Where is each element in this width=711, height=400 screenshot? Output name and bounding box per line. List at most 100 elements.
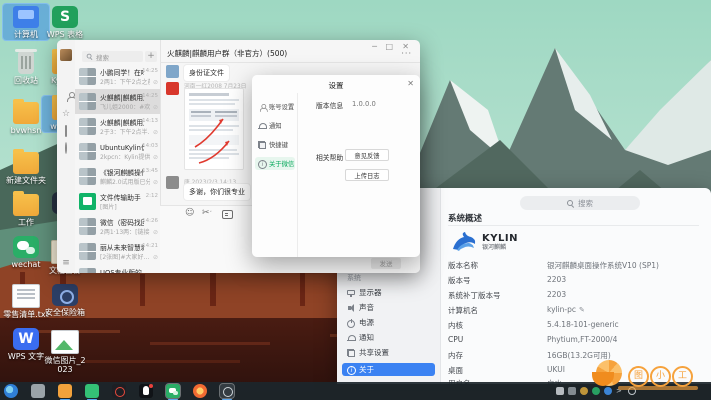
info-icon — [347, 365, 356, 375]
chat-avatar — [79, 143, 96, 160]
hostname-value: kylin-pc — [547, 305, 577, 314]
emoji-icon[interactable]: ☺ — [185, 208, 194, 218]
chat-title: 微信（密码找回身份… — [100, 219, 144, 227]
icon-label: 微信图片_2023 — [44, 356, 86, 374]
chat-list-panel: 搜索 + 小鹏同学！在吗！ 14:25 2两1：下午2点之前… ⊘ 火麒麟|麒麟… — [75, 40, 161, 273]
nav-more-menu-icon[interactable]: ≡ — [61, 258, 71, 268]
sidebar-item-notification[interactable]: 通知 — [342, 331, 435, 344]
dialog-item-shortcuts[interactable]: 快捷键 — [255, 138, 295, 151]
nav-chats-icon[interactable] — [61, 74, 71, 84]
wps-writer-icon: W — [13, 328, 39, 350]
taskbar-app-control-center[interactable] — [219, 383, 235, 400]
tray-search-icon[interactable] — [628, 387, 636, 395]
chat-avatar — [79, 118, 96, 135]
dialog-item-notification[interactable]: 通知 — [255, 119, 295, 132]
chat-list-item[interactable]: UbuntuKylin优麒… 14:03 2kpcn：Kylin提供… ⊘ — [75, 139, 160, 164]
taskbar-app-kylin-video[interactable] — [112, 384, 126, 398]
tray-expand-icon[interactable]: > — [616, 387, 624, 395]
nav-files-icon[interactable] — [61, 125, 71, 137]
row-label: 版本号 — [448, 276, 471, 285]
chat-list-item-file-transfer[interactable]: 文件传输助手 2:12 [图片] — [75, 189, 160, 214]
desktop-icon-safe[interactable]: 安全保险箱 — [42, 282, 88, 318]
tray-qq-icon[interactable] — [604, 387, 612, 395]
dialog-item-label: 快捷键 — [269, 142, 288, 149]
tray-printer-icon[interactable] — [568, 387, 576, 395]
chat-title: 火麒麟|麒麟用户群… — [100, 94, 144, 102]
computer-icon — [13, 6, 39, 28]
document-screenshot — [185, 89, 243, 169]
trash-icon — [15, 49, 37, 74]
sidebar-item-display[interactable]: 显示器 — [342, 286, 435, 299]
nav-favorites-icon[interactable]: ☆ — [61, 109, 71, 119]
desktop-icon-image[interactable]: 微信图片_2023 — [42, 328, 88, 375]
taskbar-app-notes[interactable] — [85, 384, 99, 400]
tray-wechat-icon[interactable] — [592, 387, 600, 395]
taskbar-app-firefox[interactable] — [193, 384, 207, 398]
chat-list-item[interactable]: 火麒麟|麒麟用户群… 14:13 2于3：下午2点半… ⊘ — [75, 114, 160, 139]
chat-list-item[interactable]: UOS专业版的… — [75, 264, 160, 273]
dialog-item-about-wechat[interactable]: 关于微信 — [255, 157, 295, 170]
message-avatar[interactable] — [166, 82, 179, 95]
row-label: 计算机名 — [448, 306, 478, 315]
bell-icon — [347, 334, 356, 342]
chat-list-item[interactable]: 《银河麒麟操作系统… 13:45 麒麟2.0试用版已分享… ⊘ — [75, 164, 160, 189]
send-button[interactable]: 发送 — [371, 258, 401, 269]
caret-down-icon: ˅ — [209, 211, 213, 217]
screenshot-icon[interactable]: ✂˅ — [202, 208, 212, 219]
edit-hostname-icon[interactable]: ✎ — [579, 306, 585, 314]
chat-search-box[interactable]: 搜索 — [82, 51, 143, 62]
chat-list-item-selected[interactable]: 火麒麟|麒麟用户群… 14:25 飞儿姐2000：#欢迎新成员… ⊘ — [75, 89, 160, 114]
mute-icon: ⊘ — [152, 229, 158, 236]
desktop-icon-wps-sheet[interactable]: S WPS 表格 — [42, 4, 88, 40]
user-avatar[interactable] — [60, 49, 72, 61]
sidebar-item-power[interactable]: 电源 — [342, 316, 435, 329]
sidebar-section-label: 系统 — [347, 274, 361, 282]
sidebar-item-sharing[interactable]: 共享设置 — [342, 346, 435, 359]
tray-input-method-icon[interactable] — [556, 387, 564, 395]
info-row-version-name: 版本名称 银河麒麟桌面操作系统V10 (SP1) — [448, 260, 701, 272]
sidebar-item-about[interactable]: 关于 — [342, 363, 435, 376]
monitor-icon — [347, 289, 355, 297]
start-menu-button[interactable] — [4, 384, 18, 398]
logo-subtitle: 银河麒麟 — [482, 243, 507, 251]
chat-list-item[interactable]: 丽从未来智慧城市… 14:21 [2张图]#大家好… ⊘ — [75, 239, 160, 264]
minimize-button[interactable]: ─ — [372, 42, 377, 51]
sidebar-item-label: 关于 — [359, 365, 374, 374]
chat-more-button[interactable]: ··· — [401, 49, 412, 58]
sidebar-item-sound[interactable]: 声音 — [342, 301, 435, 314]
message-bubble: 多谢，你们很专业 — [184, 184, 250, 200]
taskbar-app-qq[interactable] — [139, 384, 153, 398]
message-avatar[interactable] — [166, 65, 179, 78]
nav-contacts-icon[interactable] — [61, 92, 71, 102]
message-image-attachment[interactable] — [184, 88, 244, 170]
row-label: 桌面 — [448, 366, 463, 375]
chat-title: 小鹏同学！在吗！ — [100, 69, 144, 77]
feedback-button[interactable]: 意见反馈 — [345, 149, 389, 161]
chat-list-item[interactable]: 小鹏同学！在吗！ 14:25 2两1：下午2点之前… ⊘ — [75, 64, 160, 89]
dialog-item-account[interactable]: 账号设置 — [255, 100, 295, 113]
nav-moments-icon[interactable] — [61, 142, 71, 154]
message-bubble: 身份证文件 — [184, 65, 229, 81]
settings-search-box[interactable]: 搜索 — [520, 196, 640, 210]
upload-log-button[interactable]: 上传日志 — [345, 169, 389, 181]
desktop-icon-new-folder[interactable]: 新建文件夹 — [3, 149, 49, 186]
new-chat-button[interactable]: + — [145, 51, 157, 62]
icon-label: 新建文件夹 — [6, 176, 46, 185]
power-icon — [347, 318, 355, 328]
message-avatar[interactable] — [166, 176, 179, 189]
row-value: 2203 — [547, 275, 567, 284]
chat-title: 《银河麒麟操作系统… — [100, 169, 144, 177]
task-view-button[interactable] — [31, 384, 45, 398]
chat-preview: 麒麟2.0试用版已分享… — [100, 179, 150, 186]
dialog-close-icon[interactable]: ✕ — [407, 79, 414, 88]
row-label: 版本名称 — [448, 261, 478, 270]
taskbar-app-wechat[interactable] — [165, 383, 181, 400]
chat-history-icon[interactable] — [222, 210, 233, 219]
taskbar-app-software-center[interactable] — [58, 384, 72, 400]
tray-security-icon[interactable] — [580, 387, 588, 395]
maximize-button[interactable]: □ — [385, 42, 393, 51]
chat-list-item[interactable]: 微信（密码找回身份… 14:26 2两1·13两：[链接] 麒麟… ⊘ — [75, 214, 160, 239]
chat-preview: [图片] — [100, 204, 117, 211]
taskbar: > — [0, 382, 711, 400]
mute-icon: ⊘ — [152, 254, 158, 261]
